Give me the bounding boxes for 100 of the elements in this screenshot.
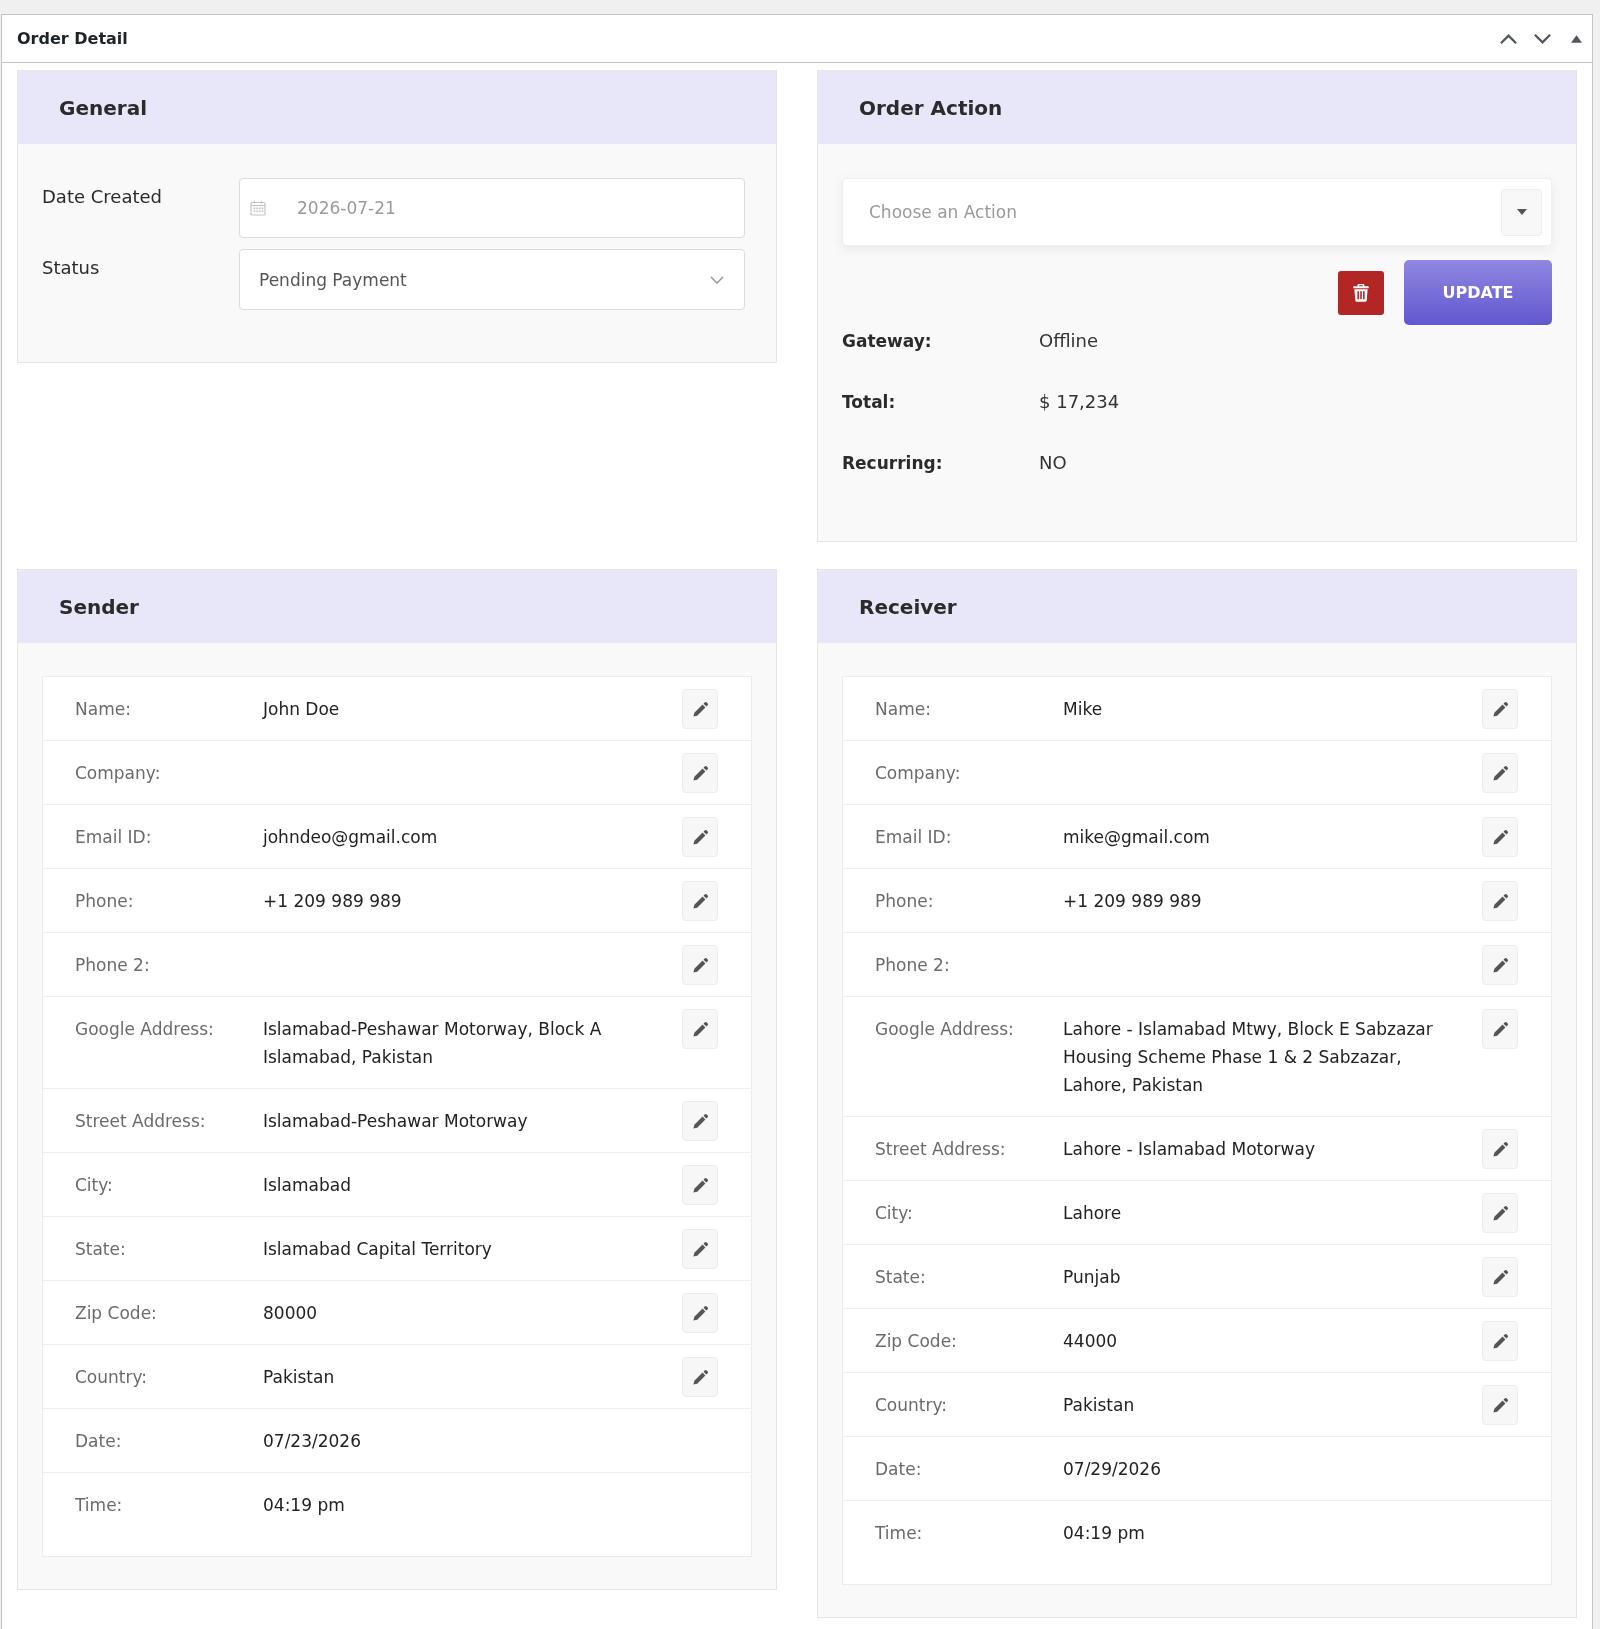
field-label: Zip Code: [75,1302,157,1325]
triangle-up-icon [1570,34,1582,43]
edit-button[interactable] [682,881,718,921]
field-label: Time: [875,1522,923,1545]
delete-button[interactable] [1338,270,1384,315]
field-label: State: [875,1266,926,1289]
detail-label: Gateway: [842,330,932,353]
pencil-icon [691,1304,709,1322]
detail-label: Recurring: [842,452,943,475]
pencil-icon [1491,700,1509,718]
edit-button[interactable] [1482,1129,1518,1169]
field-label: City: [75,1174,113,1197]
edit-button[interactable] [682,945,718,985]
field-value: +1 209 989 989 [263,890,403,913]
pencil-icon [1491,1396,1509,1414]
pencil-icon [1491,1204,1509,1222]
field-value: 80000 [263,1302,319,1325]
field-label: Time: [75,1494,123,1517]
field-label: City: [875,1202,913,1225]
pencil-icon [1491,1140,1509,1158]
edit-button[interactable] [682,1357,718,1397]
edit-button[interactable] [682,1229,718,1269]
status-select[interactable]: Pending Payment [239,249,745,310]
edit-button[interactable] [1482,881,1518,921]
field-label: Phone 2: [875,954,950,977]
section-title: Sender [59,594,139,619]
caret-down-icon [1516,209,1527,215]
action-select[interactable]: Choose an Action [842,178,1552,246]
field-value: Lahore - Islamabad Motorway [1063,1138,1316,1161]
field-label: State: [75,1238,126,1261]
field-value: 07/29/2026 [1063,1458,1162,1481]
field-value: Pakistan [1063,1394,1136,1417]
edit-button[interactable] [682,1165,718,1205]
pencil-icon [691,764,709,782]
edit-button[interactable] [682,753,718,793]
field-label: Zip Code: [875,1330,957,1353]
trash-icon [1353,283,1369,302]
field-label: Phone: [875,890,934,913]
edit-button[interactable] [1482,817,1518,857]
edit-button[interactable] [1482,689,1518,729]
pencil-icon [691,956,709,974]
field-label: Date: [875,1458,922,1481]
field-label: Email ID: [875,826,952,849]
edit-button[interactable] [1482,1193,1518,1233]
field-value: Lahore [1063,1202,1123,1225]
field-value: Islamabad-Peshawar Motorway, Block A Islamabad, Pakistan [263,1018,603,1069]
calendar-icon [250,200,266,216]
edit-button[interactable] [1482,945,1518,985]
pencil-icon [691,1240,709,1258]
edit-button[interactable] [1482,1009,1518,1049]
pencil-icon [1491,892,1509,910]
field-label: Company: [875,762,961,785]
field-value: Punjab [1063,1266,1122,1289]
field-value: mike@gmail.com [1063,826,1211,849]
edit-button[interactable] [1482,1257,1518,1297]
date-field[interactable]: 2026-07-21 [239,178,745,238]
field-value: 07/23/2026 [263,1430,362,1453]
date-value: 2026-07-21 [297,198,396,218]
edit-button[interactable] [1482,753,1518,793]
chevron-down-icon [1532,32,1552,45]
pencil-icon [1491,828,1509,846]
pencil-icon [691,1368,709,1386]
field-label: Google Address: [75,1018,214,1041]
pencil-icon [1491,956,1509,974]
detail-value: NO [1039,451,1067,475]
update-button[interactable]: UPDATE [1404,260,1552,325]
detail-value: $ 17,234 [1039,390,1120,414]
section-title: Order Action [859,95,1003,120]
pencil-icon [1491,1268,1509,1286]
edit-button[interactable] [1482,1321,1518,1361]
chevron-up-icon [1498,32,1518,45]
pencil-icon [691,1112,709,1130]
field-value: johndeo@gmail.com [263,826,439,849]
detail-label: Total: [842,391,896,414]
edit-button[interactable] [682,817,718,857]
select-placeholder: Choose an Action [869,202,1017,222]
field-label: Street Address: [75,1110,206,1133]
section-title: Receiver [859,594,957,619]
edit-button[interactable] [682,689,718,729]
field-value: 04:19 pm [263,1494,346,1517]
field-label: Email ID: [75,826,152,849]
field-value: Mike [1063,698,1104,721]
edit-button[interactable] [1482,1385,1518,1425]
field-value: +1 209 989 989 [1063,890,1203,913]
field-value: Lahore - Islamabad Mtwy, Block E Sabzazar Housing Scheme Phase 1 & 2 Sabzazar, Lahore, Pakistan [1063,1018,1434,1097]
pencil-icon [691,892,709,910]
field-label: Country: [875,1394,948,1417]
edit-button[interactable] [682,1101,718,1141]
chevron-down-icon [710,275,724,284]
window-title: Order Detail [17,29,128,48]
edit-button[interactable] [682,1293,718,1333]
field-value: John Doe [263,698,341,721]
pencil-icon [1491,1332,1509,1350]
field-value: 44000 [1063,1330,1119,1353]
pencil-icon [691,828,709,846]
detail-value: Offline [1039,329,1099,353]
field-label: Street Address: [875,1138,1006,1161]
edit-button[interactable] [682,1009,718,1049]
pencil-icon [691,1176,709,1194]
field-label: Date: [75,1430,122,1453]
